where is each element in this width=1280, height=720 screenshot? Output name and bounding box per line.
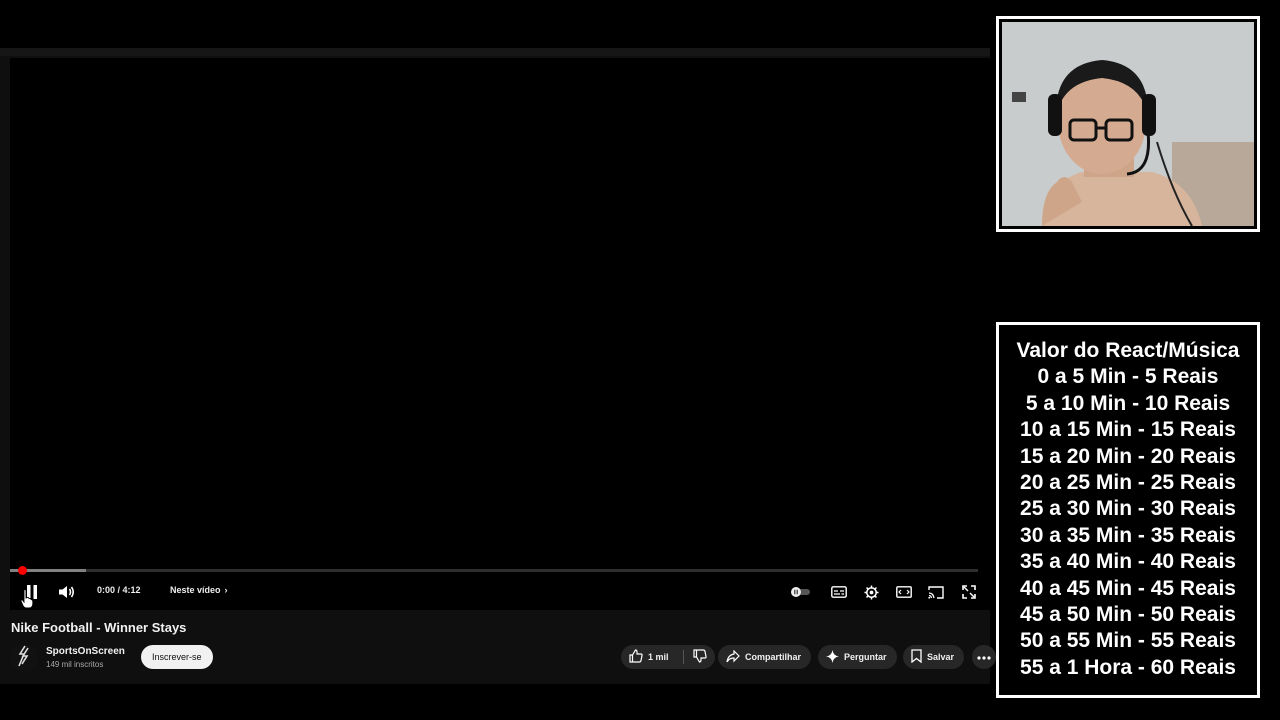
price-table-row: 5 a 10 Min - 10 Reais [1025,391,1231,415]
sparkle-icon [826,649,839,665]
fullscreen-icon [962,585,976,599]
youtube-watch-page: 0:00 / 4:12 Neste vídeo › Nike Football … [0,48,996,684]
browser-top-strip [0,48,990,56]
chapter-button[interactable]: Neste vídeo › [170,585,228,595]
price-table-frame: Valor do React/Música 0 a 5 Min - 5 Reais… [996,322,1260,698]
video-title: Nike Football - Winner Stays [11,620,187,635]
chevron-right-icon: › [224,585,228,595]
price-table-row: 30 a 35 Min - 35 Reais [1020,523,1236,547]
captions-icon [831,586,847,598]
cast-button[interactable] [923,578,949,606]
theater-mode-button[interactable] [891,578,917,606]
price-table-row: 10 a 15 Min - 15 Reais [1020,418,1236,442]
webcam-feed [1002,22,1254,226]
volume-button[interactable] [54,578,80,606]
streamer-silhouette [1002,22,1254,226]
like-button[interactable]: 1 mil [621,645,683,669]
cast-icon [928,585,944,599]
price-table-row: 20 a 25 Min - 25 Reais [1020,471,1236,495]
share-label: Compartilhar [745,652,802,662]
channel-row: SportsOnScreen 149 mil inscritos Inscrev… [10,642,996,674]
like-dislike-group: 1 mil [621,645,715,669]
captions-button[interactable] [826,578,852,606]
channel-name[interactable]: SportsOnScreen [46,646,125,657]
thumbs-down-icon [692,649,707,665]
gear-icon [863,584,879,600]
price-table-row: 35 a 40 Min - 40 Reais [1020,550,1236,574]
price-table-row: 40 a 45 Min - 45 Reais [1020,576,1236,600]
fullscreen-button[interactable] [956,578,982,606]
time-display: 0:00 / 4:12 [97,585,141,595]
more-actions-button[interactable] [972,645,996,669]
price-table-row: 0 a 5 Min - 5 Reais [1037,365,1219,389]
price-table: Valor do React/Música 0 a 5 Min - 5 Reais… [1002,328,1254,692]
channel-logo-icon [16,645,32,672]
channel-avatar[interactable] [10,644,38,672]
subscribe-button[interactable]: Inscrever-se [141,645,213,669]
price-table-row: 50 a 55 Min - 55 Reais [1020,629,1236,653]
stream-layout: 0:00 / 4:12 Neste vídeo › Nike Football … [0,0,1280,720]
autoplay-toggle[interactable] [790,578,812,606]
price-table-row: 25 a 30 Min - 30 Reais [1020,497,1236,521]
thumbs-up-icon [629,649,643,665]
save-label: Salvar [927,652,955,662]
progress-scrubber-knob[interactable] [18,566,27,575]
share-icon [726,649,740,665]
chapter-label: Neste vídeo [170,585,221,595]
progress-bar[interactable] [10,566,978,575]
price-table-row: 45 a 50 Min - 50 Reais [1020,603,1236,627]
hand-cursor-icon [20,589,34,609]
price-table-row: 55 a 1 Hora - 60 Reais [1020,655,1236,679]
bookmark-icon [911,649,922,665]
ask-label: Perguntar [844,652,887,662]
volume-icon [58,585,76,599]
autoplay-toggle-icon [791,586,811,598]
price-table-title: Valor do React/Música [1016,339,1240,362]
dislike-button[interactable] [684,645,715,669]
webcam-frame [996,16,1260,232]
settings-button[interactable] [858,578,884,606]
theater-mode-icon [896,586,912,598]
player-controls: 0:00 / 4:12 Neste vídeo › [10,578,980,606]
ask-button[interactable]: Perguntar [818,645,897,669]
share-button[interactable]: Compartilhar [718,645,812,669]
like-count: 1 mil [648,652,669,662]
more-horizontal-icon [977,652,991,662]
video-player[interactable] [10,58,990,610]
save-button[interactable]: Salvar [903,645,965,669]
price-table-row: 15 a 20 Min - 20 Reais [1020,444,1236,468]
subscriber-count: 149 mil inscritos [46,660,104,669]
